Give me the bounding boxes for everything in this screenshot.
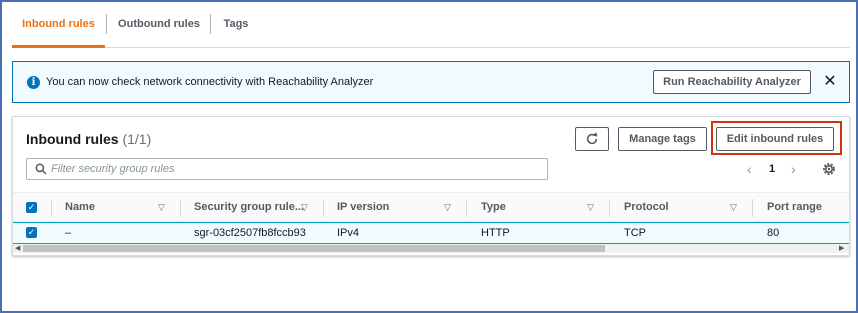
search-icon: [35, 163, 47, 175]
table-header: ✓ Name ▽ Security group rule... ▽ IP ver…: [13, 192, 849, 222]
refresh-button[interactable]: [575, 127, 609, 151]
tab-outbound-rules[interactable]: Outbound rules: [107, 10, 211, 48]
select-all-checkbox[interactable]: ✓: [26, 202, 37, 213]
cell-ip-version: IPv4: [337, 227, 360, 239]
cell-port-range: 80: [767, 227, 780, 239]
search-input[interactable]: [51, 161, 541, 177]
column-header-name[interactable]: Name: [65, 193, 95, 222]
cell-protocol: TCP: [624, 227, 646, 239]
sort-icon[interactable]: ▽: [301, 202, 308, 213]
run-reachability-analyzer-button[interactable]: Run Reachability Analyzer: [653, 70, 811, 94]
info-banner: i You can now check network connectivity…: [12, 61, 850, 103]
current-page[interactable]: 1: [769, 163, 775, 175]
table-row[interactable]: ✓ – sgr-03cf2507fb8fccb93 IPv4 HTTP TCP …: [13, 222, 849, 244]
panel-title: Inbound rules (1/1): [26, 131, 151, 147]
column-divider: [752, 199, 753, 217]
rule-count: (1/1): [122, 131, 152, 147]
sort-icon[interactable]: ▽: [730, 202, 737, 213]
scrollbar-thumb[interactable]: [23, 245, 605, 252]
close-icon[interactable]: ✕: [821, 73, 839, 91]
search-box: [26, 158, 548, 180]
banner-message: You can now check network connectivity w…: [46, 76, 374, 88]
column-divider: [51, 199, 52, 217]
scroll-right-icon[interactable]: ▶: [839, 244, 844, 253]
horizontal-scrollbar[interactable]: ◀ ▶: [13, 244, 849, 253]
gear-icon[interactable]: [821, 161, 837, 177]
inbound-rules-panel: Inbound rules (1/1) Manage tags Edit inb…: [12, 116, 850, 256]
cell-rule-id[interactable]: sgr-03cf2507fb8fccb93: [194, 223, 306, 243]
cell-type: HTTP: [481, 227, 510, 239]
column-divider: [180, 199, 181, 217]
column-header-rule-id[interactable]: Security group rule...: [194, 193, 304, 222]
highlight-box: [711, 121, 842, 155]
manage-tags-button[interactable]: Manage tags: [618, 127, 707, 151]
column-header-type[interactable]: Type: [481, 193, 506, 222]
column-divider: [609, 199, 610, 217]
sort-icon[interactable]: ▽: [444, 202, 451, 213]
refresh-icon: [586, 132, 598, 145]
sort-icon[interactable]: ▽: [158, 202, 165, 213]
sort-icon[interactable]: ▽: [587, 202, 594, 213]
column-header-port-range[interactable]: Port range: [767, 193, 822, 222]
column-divider: [466, 199, 467, 217]
column-header-protocol[interactable]: Protocol: [624, 193, 669, 222]
scroll-left-icon[interactable]: ◀: [15, 244, 20, 253]
window-frame: Inbound rules Outbound rules Tags i You …: [0, 0, 858, 313]
column-header-ip-version[interactable]: IP version: [337, 193, 389, 222]
cell-name: –: [65, 227, 72, 239]
tab-tags[interactable]: Tags: [211, 10, 261, 48]
tab-bar: Inbound rules Outbound rules Tags: [12, 10, 850, 48]
prev-page-icon[interactable]: ‹: [747, 161, 752, 177]
row-checkbox[interactable]: ✓: [26, 227, 37, 238]
next-page-icon[interactable]: ›: [791, 161, 796, 177]
info-icon: i: [27, 76, 40, 89]
column-divider: [323, 199, 324, 217]
panel-title-text: Inbound rules: [26, 131, 119, 147]
tab-inbound-rules[interactable]: Inbound rules: [12, 10, 105, 48]
